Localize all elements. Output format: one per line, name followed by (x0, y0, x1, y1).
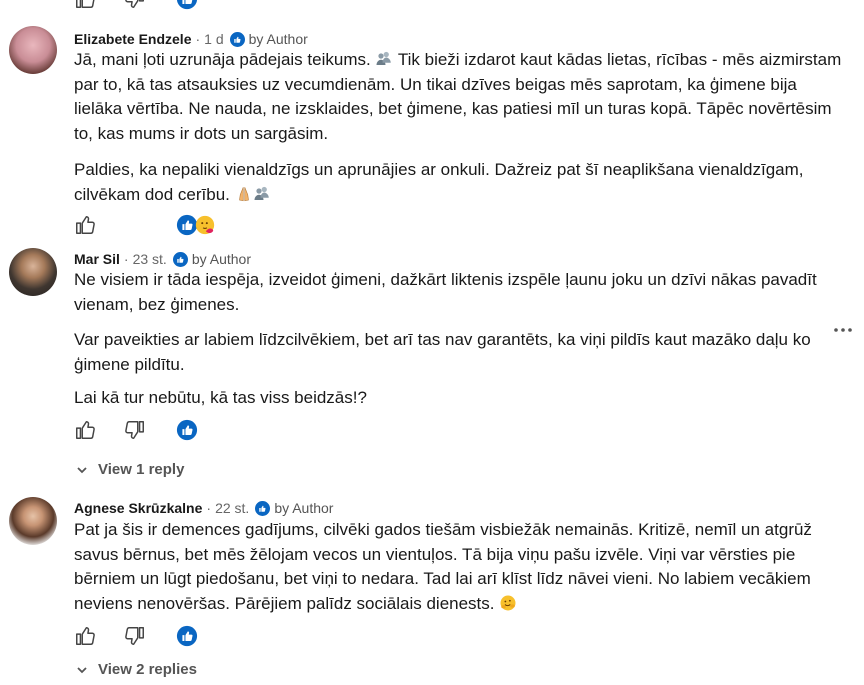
author-name[interactable]: Mar Sil (74, 250, 120, 268)
comment-meta: Elizabete Endzele · 1 d by Author (74, 30, 308, 48)
author-badge-icon (172, 251, 188, 267)
view-replies-link[interactable]: View 1 reply (76, 461, 184, 478)
like-reaction-icon (176, 419, 198, 441)
like-reaction-icon (176, 625, 198, 647)
author-badge-icon (255, 500, 271, 516)
more-options-icon (834, 328, 852, 332)
like-button[interactable] (74, 0, 96, 10)
chevron-down-icon (76, 464, 88, 476)
comment-text: Pat ja šis ir demences gadījums, cilvēki… (74, 520, 812, 613)
comment-meta: Agnese Skrūzkalne · 22 st. by Author (74, 499, 334, 517)
like-button[interactable] (74, 214, 96, 236)
folded-hands-emoji-icon (235, 185, 253, 203)
dislike-button[interactable] (124, 625, 146, 647)
comment-text: Var paveikties ar labiem līdzcilvēkiem, … (74, 330, 811, 374)
more-options-button[interactable] (832, 322, 854, 338)
view-replies-link[interactable]: View 2 replies (76, 661, 197, 678)
dislike-button[interactable] (124, 0, 146, 10)
comment-text: Lai kā tur nebūtu, kā tas viss beidzās!? (74, 388, 367, 407)
comment-text: Ne visiem ir tāda iespēja, izveidot ģime… (74, 270, 817, 314)
by-author-label: by Author (248, 31, 308, 47)
avatar[interactable] (9, 497, 57, 545)
thumbs-down-icon (124, 0, 146, 10)
thumbs-up-icon (74, 625, 96, 647)
reaction-button[interactable] (176, 0, 198, 10)
comment-time: 23 st. (132, 251, 167, 267)
thumbs-up-icon (74, 214, 96, 236)
comment-text: Jā, mani ļoti uzrunāja pādejais teikums.… (74, 50, 842, 143)
comment-text: Paldies, ka nepaliki vienaldzīgs un apru… (74, 160, 804, 204)
avatar[interactable] (9, 26, 57, 74)
thumbs-up-icon (74, 0, 96, 10)
comment-time: 22 st. (215, 500, 250, 516)
reaction-button[interactable] (176, 625, 198, 647)
dislike-button[interactable] (124, 419, 146, 441)
by-author-label: by Author (191, 251, 251, 267)
like-reaction-icon (176, 0, 198, 10)
avatar[interactable] (9, 248, 57, 296)
reaction-button[interactable] (176, 419, 198, 441)
author-name[interactable]: Elizabete Endzele (74, 30, 191, 48)
hug-reaction-button[interactable] (194, 214, 216, 236)
people-emoji-icon (253, 185, 271, 203)
people-emoji-icon (375, 50, 393, 68)
thumbs-up-icon (74, 419, 96, 441)
thumbs-down-icon (124, 625, 146, 647)
author-name[interactable]: Agnese Skrūzkalne (74, 499, 202, 517)
like-button[interactable] (74, 419, 96, 441)
hug-emoji-icon (499, 594, 517, 612)
comment-meta: Mar Sil · 23 st. by Author (74, 250, 251, 268)
comment-time: 1 d (204, 31, 224, 47)
like-button[interactable] (74, 625, 96, 647)
hug-emoji-icon (194, 214, 216, 236)
chevron-down-icon (76, 664, 88, 676)
thumbs-down-icon (124, 419, 146, 441)
author-badge-icon (229, 31, 245, 47)
by-author-label: by Author (274, 500, 334, 516)
